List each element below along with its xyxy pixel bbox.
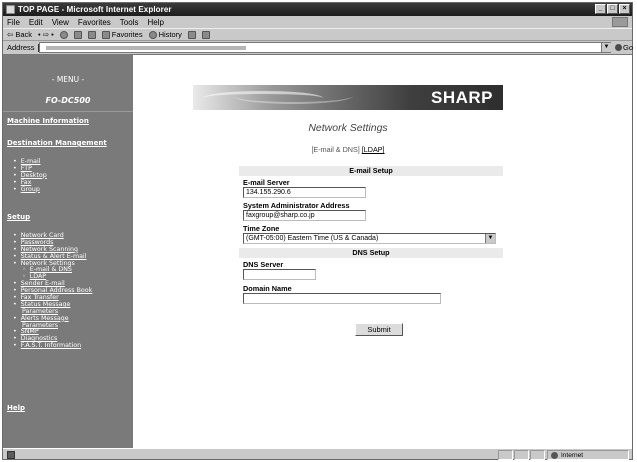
status-pane	[498, 450, 513, 460]
home-icon[interactable]	[87, 30, 96, 39]
menu-help[interactable]: Help	[147, 18, 163, 27]
globe-icon	[551, 451, 558, 459]
email-setup-heading: E-mail Setup	[239, 166, 503, 176]
history-button[interactable]: History	[148, 30, 182, 39]
address-label: Address	[7, 43, 35, 52]
sidebar-item-label: F.A.S.T. Information	[20, 342, 82, 350]
forward-button[interactable]: • ⇨ •	[38, 30, 54, 39]
menu-bar: File Edit View Favorites Tools Help	[3, 16, 632, 28]
favorites-button[interactable]: Favorites	[101, 30, 143, 39]
go-button[interactable]: Go	[615, 43, 633, 52]
sidebar-item-f-a-s-t-information[interactable]: F.A.S.T. Information	[13, 342, 92, 350]
main-panel: SHARP Network Settings [E-mail & DNS] [L…	[133, 55, 632, 449]
address-bar: Address ▼ Go	[3, 41, 633, 54]
close-button[interactable]: ×	[619, 4, 630, 14]
address-url-redacted	[46, 46, 246, 50]
header-banner: SHARP	[193, 85, 503, 110]
zone-label: Internet	[561, 451, 584, 459]
time-zone-value: (GMT-05:00) Eastern Time (US & Canada)	[246, 235, 379, 242]
sidebar-item-label: Group	[20, 185, 40, 193]
status-pane	[514, 450, 529, 460]
back-button[interactable]: ⇦ Back	[7, 30, 32, 39]
sidebar-item-group[interactable]: Group	[13, 185, 47, 194]
menu-favorites[interactable]: Favorites	[78, 18, 111, 27]
mail-icon[interactable]	[187, 30, 196, 39]
menu-tools[interactable]: Tools	[120, 18, 139, 27]
ie-app-icon	[6, 5, 15, 14]
favorites-label: Favorites	[111, 30, 143, 39]
sidebar-machine-information[interactable]: Machine Information	[7, 117, 89, 125]
chevron-down-icon[interactable]: ▼	[485, 234, 495, 243]
sidebar: - MENU - FO-DC500 Machine Information De…	[3, 55, 133, 449]
time-zone-label: Time Zone	[243, 224, 280, 233]
destination-list: E-mailFTPDesktopFaxGroup	[13, 158, 47, 194]
page-done-icon	[7, 450, 15, 459]
title-bar: TOP PAGE - Microsoft Internet Explorer _…	[3, 3, 632, 16]
standard-toolbar: ⇦ Back • ⇨ • Favorites History	[3, 28, 632, 41]
print-icon[interactable]	[201, 30, 210, 39]
page-content: - MENU - FO-DC500 Machine Information De…	[3, 54, 632, 449]
maximize-button[interactable]: □	[607, 4, 618, 14]
window-title: TOP PAGE - Microsoft Internet Explorer	[18, 5, 172, 14]
sidebar-destination-management[interactable]: Destination Management	[7, 139, 107, 147]
submit-button[interactable]: Submit	[355, 323, 403, 336]
admin-address-input[interactable]: faxgroup@sharp.co.jp	[243, 210, 366, 221]
sidebar-menu-label: - MENU -	[51, 75, 85, 84]
go-label: Go	[623, 43, 634, 52]
status-panes	[498, 450, 545, 460]
dns-setup-heading: DNS Setup	[239, 248, 503, 258]
current-section: [E-mail & DNS]	[311, 145, 360, 154]
dns-server-label: DNS Server	[243, 260, 284, 269]
stop-icon[interactable]	[59, 30, 68, 39]
status-pane	[530, 450, 545, 460]
browser-window: TOP PAGE - Microsoft Internet Explorer _…	[2, 2, 633, 460]
window-controls: _ □ ×	[595, 4, 630, 14]
menu-edit[interactable]: Edit	[29, 18, 43, 27]
menu-file[interactable]: File	[7, 18, 20, 27]
section-links: [E-mail & DNS] [LDAP]	[193, 145, 503, 154]
windows-logo-icon	[612, 17, 628, 27]
minimize-button[interactable]: _	[595, 4, 606, 14]
email-server-label: E-mail Server	[243, 178, 290, 187]
sidebar-setup[interactable]: Setup	[7, 213, 30, 221]
time-zone-select[interactable]: (GMT-05:00) Eastern Time (US & Canada) ▼	[243, 233, 496, 244]
banner-swoosh-2	[233, 88, 353, 104]
domain-name-label: Domain Name	[243, 284, 292, 293]
sidebar-help[interactable]: Help	[7, 404, 25, 412]
status-bar: Internet	[3, 448, 632, 460]
email-server-input[interactable]: 134.155.290.6	[243, 187, 366, 198]
address-input[interactable]: ▼	[39, 42, 611, 53]
history-icon	[148, 30, 157, 39]
domain-name-input[interactable]	[243, 293, 441, 304]
sidebar-divider	[3, 111, 133, 112]
ldap-link[interactable]: [LDAP]	[362, 145, 385, 154]
sidebar-model-name: FO-DC500	[45, 96, 91, 105]
back-label: ⇦ Back	[7, 30, 33, 39]
forward-label: • ⇨ •	[38, 30, 54, 39]
address-dropdown-icon[interactable]: ▼	[601, 43, 611, 52]
admin-address-label: System Administrator Address	[243, 201, 350, 210]
security-zone: Internet	[547, 450, 629, 460]
setup-list: Network CardPasswordsNetwork ScanningSta…	[13, 232, 93, 350]
page-title: Network Settings	[308, 122, 388, 134]
go-arrow-icon	[615, 44, 622, 51]
sharp-logo: SHARP	[430, 88, 493, 107]
dns-server-input[interactable]	[243, 269, 316, 280]
favorites-icon	[101, 30, 110, 39]
menu-view[interactable]: View	[52, 18, 69, 27]
history-label: History	[158, 30, 182, 39]
refresh-icon[interactable]	[73, 30, 82, 39]
